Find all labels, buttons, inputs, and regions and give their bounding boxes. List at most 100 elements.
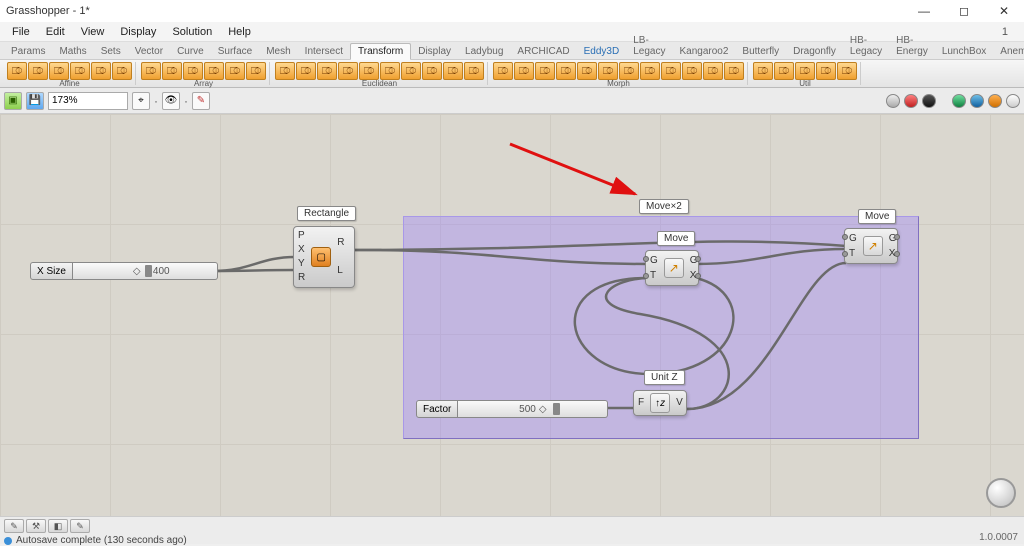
ribbon-tool-icon[interactable]: ⎄: [28, 62, 48, 80]
tab-curve[interactable]: Curve: [170, 44, 211, 59]
shade-ball-5[interactable]: [970, 94, 984, 108]
status-tab-3[interactable]: ◧: [48, 519, 68, 533]
tab-archicad[interactable]: ARCHICAD: [510, 44, 576, 59]
ribbon-group-affine: ⎄⎄⎄⎄⎄⎄Affine: [4, 62, 136, 85]
status-tab-4[interactable]: ✎: [70, 519, 90, 533]
ribbon-tool-icon[interactable]: ⎄: [556, 62, 576, 80]
tab-butterfly[interactable]: Butterfly: [735, 44, 786, 59]
menu-edit[interactable]: Edit: [38, 26, 73, 38]
ribbon-tool-icon[interactable]: ⎄: [619, 62, 639, 80]
ribbon-group-array: ⎄⎄⎄⎄⎄⎄Array: [138, 62, 270, 85]
ribbon-tool-icon[interactable]: ⎄: [401, 62, 421, 80]
tab-transform[interactable]: Transform: [350, 43, 411, 60]
tab-kangaroo2[interactable]: Kangaroo2: [672, 44, 735, 59]
ribbon-tool-icon[interactable]: ⎄: [640, 62, 660, 80]
ribbon-tool-icon[interactable]: ⎄: [112, 62, 132, 80]
status-tab-2[interactable]: ⚒: [26, 519, 46, 533]
menu-display[interactable]: Display: [112, 26, 164, 38]
ribbon-tool-icon[interactable]: ⎄: [141, 62, 161, 80]
ribbon-tool-icon[interactable]: ⎄: [514, 62, 534, 80]
ribbon-tool-icon[interactable]: ⎄: [795, 62, 815, 80]
shade-ball-6[interactable]: [988, 94, 1002, 108]
maximize-button[interactable]: ◻: [944, 0, 984, 22]
open-file-icon[interactable]: ▣: [4, 92, 22, 110]
zoom-extents-icon[interactable]: ⌖: [132, 92, 150, 110]
ribbon-tool-icon[interactable]: ⎄: [380, 62, 400, 80]
shade-ball-2[interactable]: [904, 94, 918, 108]
ribbon-tool-icon[interactable]: ⎄: [359, 62, 379, 80]
canvas[interactable]: X Size ◇ 400 Rectangle P X Y R ▢ R L Mov…: [0, 114, 1024, 516]
slider-xsize[interactable]: X Size ◇ 400: [30, 262, 218, 280]
tab-params[interactable]: Params: [4, 44, 52, 59]
ribbon-tool-icon[interactable]: ⎄: [70, 62, 90, 80]
component-move1[interactable]: G T ↗ G X: [645, 250, 699, 286]
status-tab-1[interactable]: ✎: [4, 519, 24, 533]
tab-mesh[interactable]: Mesh: [259, 44, 297, 59]
ribbon-tool-icon[interactable]: ⎄: [225, 62, 245, 80]
ribbon-tool-icon[interactable]: ⎄: [443, 62, 463, 80]
tab-hb-energy[interactable]: HB-Energy: [889, 33, 935, 59]
tab-intersect[interactable]: Intersect: [298, 44, 350, 59]
ribbon-tool-icon[interactable]: ⎄: [598, 62, 618, 80]
ribbon-tool-icon[interactable]: ⎄: [493, 62, 513, 80]
ribbon-group-label: Util: [799, 80, 811, 88]
zoom-input[interactable]: [48, 92, 128, 110]
menu-help[interactable]: Help: [220, 26, 259, 38]
ribbon-tool-icon[interactable]: ⎄: [246, 62, 266, 80]
shade-ball-1[interactable]: [886, 94, 900, 108]
ribbon-tool-icon[interactable]: ⎄: [7, 62, 27, 80]
component-move2[interactable]: G T ↗ G X: [844, 228, 898, 264]
tab-ladybug[interactable]: Ladybug: [458, 44, 510, 59]
ribbon-tool-icon[interactable]: ⎄: [422, 62, 442, 80]
tab-surface[interactable]: Surface: [211, 44, 259, 59]
tab-vector[interactable]: Vector: [128, 44, 170, 59]
tab-eddy3d[interactable]: Eddy3D: [577, 44, 627, 59]
tab-hb-legacy[interactable]: HB-Legacy: [843, 33, 889, 59]
ribbon-tool-icon[interactable]: ⎄: [535, 62, 555, 80]
menu-view[interactable]: View: [73, 26, 113, 38]
tab-dragonfly[interactable]: Dragonfly: [786, 44, 843, 59]
ribbon-tool-icon[interactable]: ⎄: [816, 62, 836, 80]
tab-sets[interactable]: Sets: [94, 44, 128, 59]
navigation-gumball[interactable]: [986, 478, 1016, 508]
ribbon-tool-icon[interactable]: ⎄: [275, 62, 295, 80]
tab-maths[interactable]: Maths: [52, 44, 93, 59]
tab-display[interactable]: Display: [411, 44, 458, 59]
ribbon-tool-icon[interactable]: ⎄: [703, 62, 723, 80]
menu-solution[interactable]: Solution: [164, 26, 220, 38]
ribbon-tool-icon[interactable]: ⎄: [682, 62, 702, 80]
preview-icon[interactable]: 👁: [162, 92, 180, 110]
ribbon-tool-icon[interactable]: ⎄: [338, 62, 358, 80]
sketch-icon[interactable]: ✎: [192, 92, 210, 110]
ribbon-tool-icon[interactable]: ⎄: [753, 62, 773, 80]
minimize-button[interactable]: —: [904, 0, 944, 22]
ribbon-tool-icon[interactable]: ⎄: [162, 62, 182, 80]
component-rectangle[interactable]: P X Y R ▢ R L: [293, 226, 355, 288]
tab-lunchbox[interactable]: LunchBox: [935, 44, 993, 59]
slider-factor[interactable]: Factor 500 ◇: [416, 400, 608, 418]
ribbon-tool-icon[interactable]: ⎄: [661, 62, 681, 80]
ribbon-tool-icon[interactable]: ⎄: [91, 62, 111, 80]
ribbon-tool-icon[interactable]: ⎄: [317, 62, 337, 80]
ribbon-tool-icon[interactable]: ⎄: [204, 62, 224, 80]
ribbon-tool-icon[interactable]: ⎄: [296, 62, 316, 80]
ribbon-tool-icon[interactable]: ⎄: [837, 62, 857, 80]
ribbon-tool-icon[interactable]: ⎄: [724, 62, 744, 80]
shade-ball-3[interactable]: [922, 94, 936, 108]
ribbon-tool-icon[interactable]: ⎄: [577, 62, 597, 80]
annotation-arrow: [510, 144, 635, 194]
tab-anemone[interactable]: Anemone: [993, 44, 1024, 59]
shade-ball-7[interactable]: [1006, 94, 1020, 108]
ribbon-tool-icon[interactable]: ⎄: [183, 62, 203, 80]
close-button[interactable]: ✕: [984, 0, 1024, 22]
ribbon-tool-icon[interactable]: ⎄: [774, 62, 794, 80]
ribbon-tool-icon[interactable]: ⎄: [49, 62, 69, 80]
ribbon-tool-icon[interactable]: ⎄: [464, 62, 484, 80]
component-unitz[interactable]: F ↑z V: [633, 390, 687, 416]
save-file-icon[interactable]: 💾: [26, 92, 44, 110]
move-arrow-icon: ↗: [664, 258, 684, 278]
menu-file[interactable]: File: [4, 26, 38, 38]
tab-lb-legacy[interactable]: LB-Legacy: [626, 33, 672, 59]
ribbon-group-morph: ⎄⎄⎄⎄⎄⎄⎄⎄⎄⎄⎄⎄Morph: [490, 62, 748, 85]
shade-ball-4[interactable]: [952, 94, 966, 108]
